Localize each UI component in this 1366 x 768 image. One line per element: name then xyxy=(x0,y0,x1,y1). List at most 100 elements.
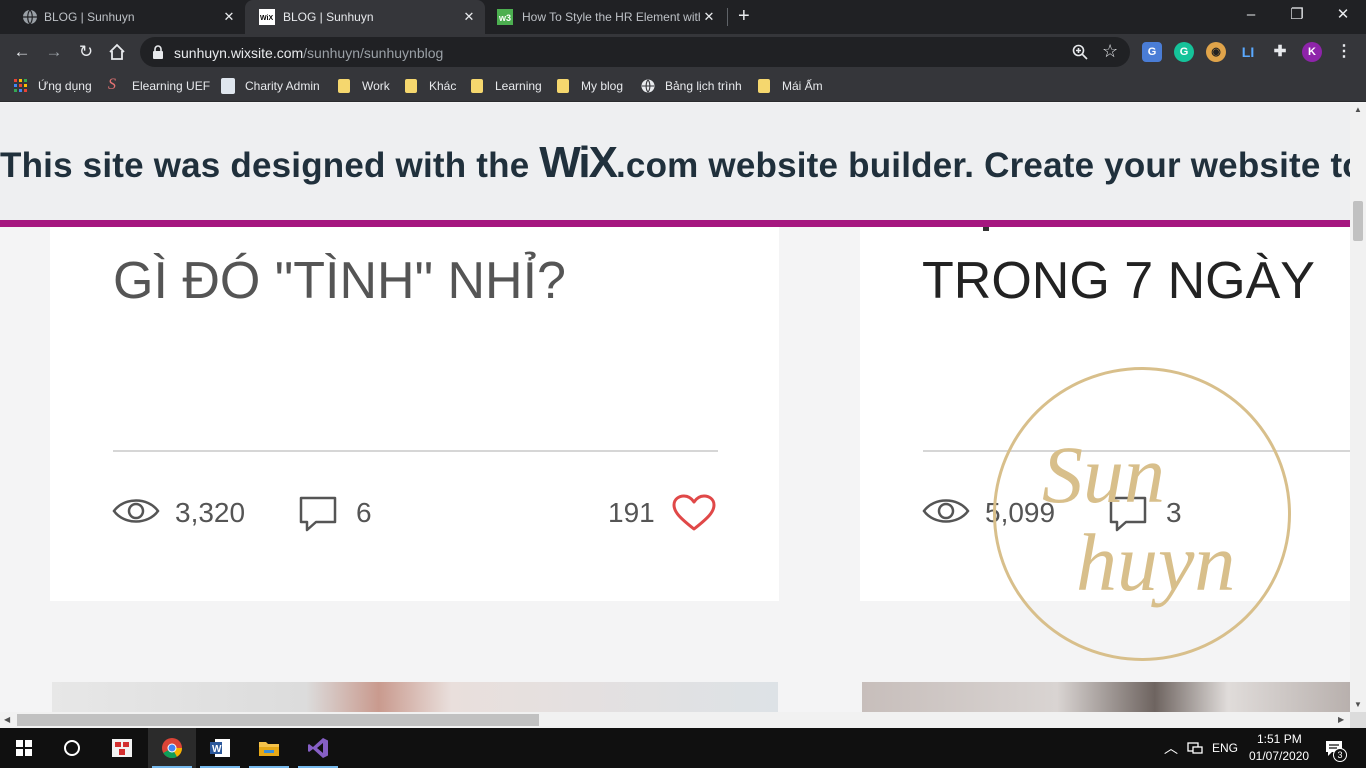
folder-icon xyxy=(338,79,350,93)
extension-owl-icon[interactable]: ◉ xyxy=(1206,42,1226,62)
bookmark-label: Work xyxy=(362,79,390,93)
horizontal-scroll-thumb[interactable] xyxy=(17,714,539,726)
post-title[interactable]: GÌ ĐÓ "TÌNH" NHỈ? xyxy=(113,251,566,311)
tab-title: BLOG | Sunhuyn xyxy=(283,10,374,24)
post-title[interactable]: TRONG 7 NGÀY xyxy=(922,251,1315,311)
wix-icon: WiX xyxy=(259,9,275,25)
snipping-icon xyxy=(112,739,132,757)
close-window-button[interactable]: ✕ xyxy=(1320,0,1366,32)
post-card[interactable]: GÌ ĐÓ "TÌNH" NHỈ? 3,320 6 191 xyxy=(50,227,779,601)
w3schools-icon: w3 xyxy=(497,9,513,25)
browser-toolbar: ← → ↻ sunhuyn.wixsite.com/sunhuyn/sunhuy… xyxy=(0,34,1366,70)
apps-grid-icon xyxy=(14,79,27,92)
profile-avatar[interactable]: K xyxy=(1302,42,1322,62)
close-tab-icon[interactable]: ✕ xyxy=(699,7,719,27)
google-translate-icon[interactable]: G xyxy=(1142,42,1162,62)
tab-blog-2[interactable]: WiX BLOG | Sunhuyn ✕ xyxy=(245,0,485,34)
back-arrow-icon[interactable]: ← xyxy=(8,38,36,66)
new-tab-button[interactable]: + xyxy=(738,5,750,28)
cortana-icon xyxy=(64,740,80,756)
horizontal-scrollbar[interactable]: ◀ ▶ xyxy=(0,712,1350,728)
menu-kebab-icon[interactable]: ⋮ xyxy=(1334,42,1354,62)
views-eye-icon xyxy=(922,499,970,523)
bookmark-label: Learning xyxy=(495,79,542,93)
svg-text:WiX: WiX xyxy=(260,15,273,22)
lock-icon[interactable] xyxy=(152,45,164,59)
grammarly-icon[interactable]: G xyxy=(1174,42,1194,62)
views-eye-icon xyxy=(112,499,160,523)
wix-banner-text: This site was designed with the WiX.com … xyxy=(0,138,1350,188)
file-explorer-icon xyxy=(259,742,279,756)
windows-start-button[interactable] xyxy=(0,728,48,768)
bookmark-label: Elearning UEF xyxy=(132,79,211,93)
watermark-line-2: huyn xyxy=(1076,517,1236,608)
scrollbar-corner xyxy=(1350,712,1366,728)
forward-arrow-icon[interactable]: → xyxy=(40,38,68,66)
vertical-scrollbar[interactable]: ▲ ▼ xyxy=(1350,103,1366,712)
folder-icon xyxy=(471,79,483,93)
bookmark-label: Ứng dụng xyxy=(38,79,92,93)
watermark-line-1: Sun xyxy=(1042,429,1165,520)
heart-like-icon[interactable] xyxy=(672,494,716,532)
taskbar-visual-studio[interactable] xyxy=(294,728,342,768)
globe-icon xyxy=(641,79,655,93)
banner-text-before: This site was designed with the xyxy=(0,146,540,185)
comment-icon[interactable] xyxy=(298,495,338,533)
windows-start-icon xyxy=(16,740,32,756)
cortana-search-button[interactable] xyxy=(48,728,96,768)
input-language[interactable]: ENG xyxy=(1212,741,1238,755)
maximize-button[interactable]: ❐ xyxy=(1274,0,1320,32)
scroll-down-arrow-icon[interactable]: ▼ xyxy=(1354,700,1362,709)
home-icon[interactable] xyxy=(108,43,126,61)
folder-icon xyxy=(405,79,417,93)
view-count: 3,320 xyxy=(175,497,246,528)
post-cover-image[interactable] xyxy=(52,682,778,712)
close-tab-icon[interactable]: ✕ xyxy=(219,7,239,27)
wix-banner[interactable]: This site was designed with the WiX.com … xyxy=(0,103,1350,220)
clock-date[interactable]: 01/07/2020 xyxy=(1249,749,1309,763)
taskbar-snipping-tool[interactable] xyxy=(98,728,146,768)
sunhuyn-watermark-logo: Sun huyn xyxy=(993,367,1291,661)
taskbar-word[interactable]: W xyxy=(196,728,244,768)
tab-separator xyxy=(727,8,728,26)
windows-taskbar: W ︿ ENG 1:51 PM 01/07/2020 3 xyxy=(0,728,1366,768)
tab-blog-1[interactable]: BLOG | Sunhuyn ✕ xyxy=(0,0,245,34)
reload-icon[interactable]: ↻ xyxy=(72,38,100,66)
title-overflow-fragment xyxy=(983,227,989,231)
zoom-icon[interactable] xyxy=(1072,44,1088,60)
bookmark-star-icon[interactable]: ☆ xyxy=(1102,41,1118,62)
bookmarks-bar: Ứng dụng S Elearning UEF Charity Admin W… xyxy=(0,70,1366,102)
taskbar-file-explorer[interactable] xyxy=(245,728,293,768)
svg-text:W: W xyxy=(212,744,222,755)
tab-title: How To Style the HR Element with xyxy=(522,10,700,24)
url-host: sunhuyn.wixsite.com xyxy=(174,45,304,61)
post-cover-image[interactable] xyxy=(862,682,1350,712)
bookmark-label: Charity Admin xyxy=(245,79,320,93)
word-icon: W xyxy=(210,739,230,757)
notification-count-badge: 3 xyxy=(1333,748,1347,762)
tab-strip: BLOG | Sunhuyn ✕ WiX BLOG | Sunhuyn ✕ w3… xyxy=(0,0,1366,34)
minimize-button[interactable]: – xyxy=(1228,0,1274,32)
chrome-icon xyxy=(162,738,183,759)
network-icon[interactable] xyxy=(1187,742,1203,754)
bookmark-label: Mái Ấm xyxy=(782,79,823,93)
lingq-icon[interactable]: LI xyxy=(1238,42,1258,62)
scroll-right-arrow-icon[interactable]: ▶ xyxy=(1338,715,1344,724)
wix-banner-accent-bar xyxy=(0,220,1350,227)
scroll-up-arrow-icon[interactable]: ▲ xyxy=(1354,105,1362,114)
page-icon xyxy=(221,78,235,94)
scroll-left-arrow-icon[interactable]: ◀ xyxy=(4,715,10,724)
tab-hr-element[interactable]: w3 How To Style the HR Element with ✕ xyxy=(485,0,725,34)
taskbar-chrome[interactable] xyxy=(148,728,196,768)
extensions-puzzle-icon[interactable]: ✚ xyxy=(1270,42,1290,62)
show-hidden-icons-chevron-icon[interactable]: ︿ xyxy=(1164,738,1178,758)
clock-time[interactable]: 1:51 PM xyxy=(1257,732,1302,746)
vertical-scroll-thumb[interactable] xyxy=(1353,201,1363,241)
address-bar[interactable]: sunhuyn.wixsite.com/sunhuyn/sunhuynblog … xyxy=(140,37,1130,67)
wix-logo: WiX xyxy=(539,138,618,187)
like-count: 191 xyxy=(608,497,655,528)
url-path: /sunhuyn/sunhuynblog xyxy=(303,45,444,61)
post-divider xyxy=(113,450,718,452)
page-viewport: This site was designed with the WiX.com … xyxy=(0,103,1350,712)
close-tab-icon[interactable]: ✕ xyxy=(459,7,479,27)
